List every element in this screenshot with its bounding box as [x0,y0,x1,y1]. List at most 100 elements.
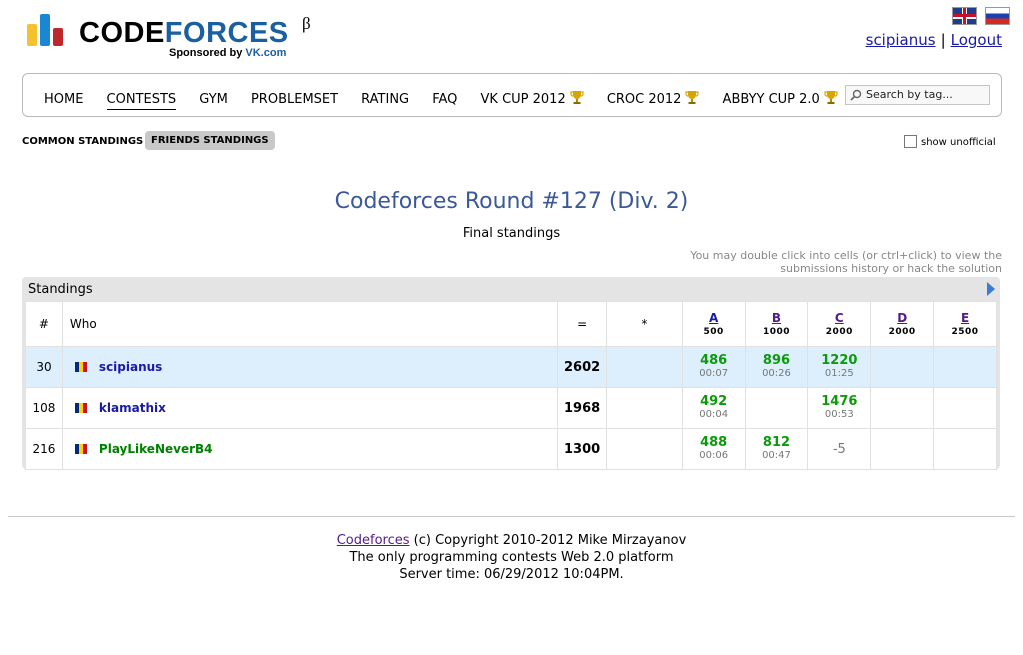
who-cell: PlayLikeNeverB4 [61,428,559,470]
footer-codeforces-link[interactable]: Codeforces [337,533,410,548]
problem-a-cell[interactable]: 492 00:04 [681,387,746,429]
user-links: scipianus | Logout [866,31,1002,49]
table-row: 216 PlayLikeNeverB4 1300 488 00:06 812 00:… [25,428,997,470]
table-row: 108 klamathix 1968 492 00:04 1476 00:53 [25,387,997,429]
problem-c-link[interactable]: C [808,311,870,325]
romania-flag-icon [74,362,87,372]
standings-box-title: Standings [28,282,93,297]
problem-e-cell[interactable] [933,346,997,388]
handle-link[interactable]: PlayLikeNeverB4 [99,442,213,456]
search-icon [850,89,862,101]
problem-e-points: 2500 [951,327,979,337]
footer: Codeforces (c) Copyright 2010-2012 Mike … [0,532,1023,583]
handle-link[interactable]: scipianus [99,360,162,374]
logo-wordmark: CODEFORCES [79,17,289,49]
hacks-cell[interactable] [606,346,683,388]
logo-beta: β [302,14,311,33]
hacks-cell[interactable] [606,428,683,470]
problem-a-points: 500 [703,327,724,337]
problem-d-points: 2000 [888,327,916,337]
language-flags [949,7,1011,26]
problem-a-link[interactable]: A [683,311,745,325]
common-standings-tab[interactable]: COMMON STANDINGS [22,136,143,147]
logo-bars-icon [27,14,67,46]
standings-subtitle: Final standings [462,226,561,241]
menu-item-home[interactable]: HOME [44,92,83,107]
header-who: Who [61,301,559,347]
header-problem-a[interactable]: A 500 [681,301,746,347]
menu-item-contests[interactable]: CONTESTS [106,92,177,110]
who-cell: klamathix [61,387,559,429]
russian-flag-icon[interactable] [985,7,1011,25]
menu-item-vk-cup-label: VK CUP 2012 [480,92,566,107]
header-hacks: * [606,301,683,347]
romania-flag-icon [74,444,87,454]
standings-box: Standings # Who = * A 500 B 1000 C 2000 D 20… [22,277,1000,470]
menu-item-problemset[interactable]: PROBLEMSET [251,92,338,107]
english-flag-icon[interactable] [952,7,977,25]
tag-search-input[interactable]: Search by tag... [845,85,990,105]
menu-item-vk-cup[interactable]: VK CUP 2012 [481,90,584,107]
header-rank: # [25,301,63,347]
footer-divider [8,516,1015,517]
user-links-separator: | [940,31,946,49]
score-cell: 1968 [557,387,608,429]
expand-arrow-icon[interactable] [987,282,995,296]
table-header-row: # Who = * A 500 B 1000 C 2000 D 2000 E 2500 [25,301,997,347]
codeforces-logo[interactable]: CODEFORCES β Sponsored by VK.com [27,14,327,59]
problem-e-cell[interactable] [933,428,997,470]
score-cell: 1300 [557,428,608,470]
logout-link[interactable]: Logout [951,31,1002,49]
problem-c-cell[interactable]: 1220 01:25 [807,346,872,388]
header-problem-b[interactable]: B 1000 [744,301,809,347]
header-problem-d[interactable]: D 2000 [870,301,935,347]
menu-item-croc[interactable]: CROC 2012 [607,90,700,107]
rank-cell: 108 [25,387,63,429]
standings-hint: You may double click into cells (or ctrl… [690,249,1002,275]
problem-b-points: 1000 [762,327,790,337]
menu-item-abbyy-cup[interactable]: ABBYY CUP 2.0 [723,90,838,107]
problem-b-cell[interactable]: 812 00:47 [744,428,809,470]
trophy-icon [685,91,700,104]
header-score: = [557,301,608,347]
main-menu: HOME CONTESTS GYM PROBLEMSET RATING FAQ … [22,73,1002,117]
header-problem-c[interactable]: C 2000 [807,301,872,347]
friends-standings-tab[interactable]: FRIENDS STANDINGS [145,131,275,150]
score-cell: 2602 [557,346,608,388]
problem-b-link[interactable]: B [746,311,808,325]
trophy-icon [570,91,584,104]
menu-item-gym[interactable]: GYM [199,92,228,107]
footer-copyright-line: Codeforces (c) Copyright 2010-2012 Mike … [336,533,687,548]
problem-e-cell[interactable] [933,387,997,429]
problem-c-cell[interactable]: -5 [807,428,872,470]
show-unofficial-checkbox[interactable] [904,135,917,148]
problem-a-cell[interactable]: 488 00:06 [681,428,746,470]
menu-item-abbyy-cup-label: ABBYY CUP 2.0 [722,92,820,107]
problem-d-cell[interactable] [870,346,935,388]
problem-c-cell[interactable]: 1476 00:53 [807,387,872,429]
problem-b-cell[interactable] [744,387,809,429]
who-cell: scipianus [61,346,559,388]
menu-item-rating[interactable]: RATING [361,92,409,107]
rank-cell: 216 [25,428,63,470]
problem-b-cell[interactable]: 896 00:26 [744,346,809,388]
problem-d-cell[interactable] [870,387,935,429]
show-unofficial-toggle[interactable]: show unofficial [904,135,996,148]
problem-a-cell[interactable]: 486 00:07 [681,346,746,388]
menu-item-croc-label: CROC 2012 [606,92,682,107]
header-problem-e[interactable]: E 2500 [933,301,997,347]
problem-c-points: 2000 [825,327,853,337]
hacks-cell[interactable] [606,387,683,429]
sponsor-text: Sponsored by VK.com [169,47,287,59]
footer-tagline: The only programming contests Web 2.0 pl… [349,550,674,565]
contest-title: Codeforces Round #127 (Div. 2) [334,189,689,214]
menu-item-faq[interactable]: FAQ [432,92,457,107]
show-unofficial-label: show unofficial [921,137,996,148]
username-link[interactable]: scipianus [866,31,936,49]
handle-link[interactable]: klamathix [99,401,166,415]
trophy-icon [824,91,838,104]
romania-flag-icon [74,403,87,413]
problem-d-cell[interactable] [870,428,935,470]
problem-e-link[interactable]: E [934,311,996,325]
problem-d-link[interactable]: D [871,311,933,325]
